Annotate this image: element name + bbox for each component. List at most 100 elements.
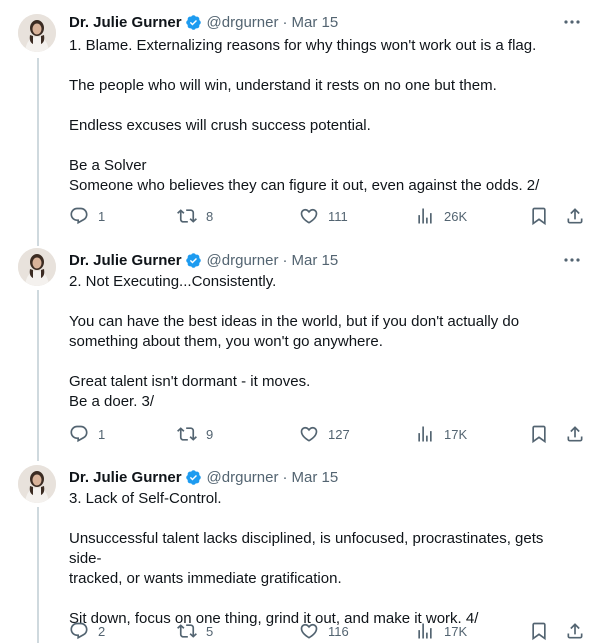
bookmark-icon [529,621,549,641]
retweet-button[interactable]: 5 [177,620,213,642]
like-button[interactable]: 127 [299,423,350,445]
avatar-image [18,465,56,503]
like-icon [299,621,319,641]
like-button[interactable]: 111 [299,205,348,227]
views-count: 17K [444,623,468,639]
reply-icon [69,206,89,226]
separator-dot: · [282,251,288,269]
more-icon[interactable] [563,251,581,269]
avatar[interactable] [18,248,56,286]
like-button[interactable]: 116 [299,620,349,642]
tweet-text-line: The people who will win, understand it r… [69,77,497,94]
share-button[interactable] [565,423,585,445]
tweet[interactable]: Dr. Julie Gurner @drgurner · Mar 15 2. N… [0,238,599,455]
tweet-text: 3. Lack of Self-Control. Unsuccessful ta… [69,489,579,629]
verified-badge-icon [185,469,202,486]
reply-count: 2 [98,623,106,639]
bookmark-icon [529,424,549,444]
share-icon [565,621,585,641]
tweet-text-line [69,509,579,529]
share-button[interactable] [565,205,585,227]
retweet-count: 8 [206,208,214,224]
reply-icon [69,621,89,641]
tweet-text-line: Unsuccessful talent lacks disciplined, i… [69,530,544,567]
separator-dot: · [282,13,288,31]
thread-connector-line [37,455,39,461]
tweet-text-line: You can have the best ideas in the world… [69,313,520,330]
bookmark-icon [529,206,549,226]
reply-count: 1 [98,208,106,224]
author-name[interactable]: Dr. Julie Gurner [69,252,182,269]
author-handle[interactable]: @drgurner [207,252,279,269]
reply-button[interactable]: 1 [69,205,105,227]
tweet-text-line: 1. Blame. Externalizing reasons for why … [69,37,537,54]
verified-badge-icon [185,14,202,31]
tweet-text-line [69,96,579,116]
tweet-actions: 2 5 116 17K [69,620,585,642]
avatar[interactable] [18,14,56,52]
tweet-actions: 1 8 111 26K [69,205,585,227]
retweet-count: 5 [206,623,214,639]
share-icon [565,206,585,226]
bookmark-button[interactable] [529,620,549,642]
tweet-text-line: 3. Lack of Self-Control. [69,490,222,507]
tweet-text-line: Be a Solver [69,157,147,174]
reply-count: 1 [98,426,106,442]
views-count: 17K [444,426,468,442]
tweet-date[interactable]: Mar 15 [291,252,338,269]
author-handle[interactable]: @drgurner [207,469,279,486]
tweet-text-line: Someone who believes they can figure it … [69,177,540,194]
tweet-text-line [69,589,579,609]
tweet-text-line: tracked, or wants immediate gratificatio… [69,570,342,587]
reply-icon [69,424,89,444]
tweet-text-line [69,292,579,312]
tweet-header: Dr. Julie Gurner @drgurner · Mar 15 [69,250,338,270]
avatar[interactable] [18,465,56,503]
retweet-icon [177,206,197,226]
retweet-button[interactable]: 9 [177,423,213,445]
tweet-text-line [69,56,579,76]
views-icon [415,621,435,641]
tweet-text: 1. Blame. Externalizing reasons for why … [69,36,579,196]
views-icon [415,206,435,226]
share-icon [565,424,585,444]
views-icon [415,424,435,444]
like-count: 116 [328,623,349,639]
tweet-text-line [69,136,579,156]
thread-connector-line [37,58,39,238]
retweet-icon [177,424,197,444]
tweet-text-line: something about them, you won't go anywh… [69,333,383,350]
like-count: 111 [328,208,348,224]
author-name[interactable]: Dr. Julie Gurner [69,14,182,31]
bookmark-button[interactable] [529,205,549,227]
retweet-button[interactable]: 8 [177,205,213,227]
thread-connector-line [37,290,39,455]
author-name[interactable]: Dr. Julie Gurner [69,469,182,486]
views-button[interactable]: 26K [415,205,467,227]
share-button[interactable] [565,620,585,642]
bookmark-button[interactable] [529,423,549,445]
tweet-text-line: Be a doer. 3/ [69,393,155,410]
tweet-date[interactable]: Mar 15 [291,14,338,31]
tweet[interactable]: Dr. Julie Gurner @drgurner · Mar 15 3. L… [0,455,599,643]
views-button[interactable]: 17K [415,620,467,642]
tweet-date[interactable]: Mar 15 [291,469,338,486]
tweet-header: Dr. Julie Gurner @drgurner · Mar 15 [69,12,338,32]
avatar-image [18,14,56,52]
tweet-text-line [69,352,579,372]
author-handle[interactable]: @drgurner [207,14,279,31]
views-button[interactable]: 17K [415,423,467,445]
retweet-count: 9 [206,426,214,442]
tweet-text: 2. Not Executing...Consistently. You can… [69,272,579,412]
tweet[interactable]: Dr. Julie Gurner @drgurner · Mar 15 1. B… [0,0,599,238]
views-count: 26K [444,208,468,224]
more-icon[interactable] [563,13,581,31]
separator-dot: · [282,468,288,486]
reply-button[interactable]: 2 [69,620,105,642]
thread-connector-line [37,507,39,643]
tweet-header: Dr. Julie Gurner @drgurner · Mar 15 [69,467,338,487]
retweet-icon [177,621,197,641]
reply-button[interactable]: 1 [69,423,105,445]
avatar-image [18,248,56,286]
verified-badge-icon [185,252,202,269]
